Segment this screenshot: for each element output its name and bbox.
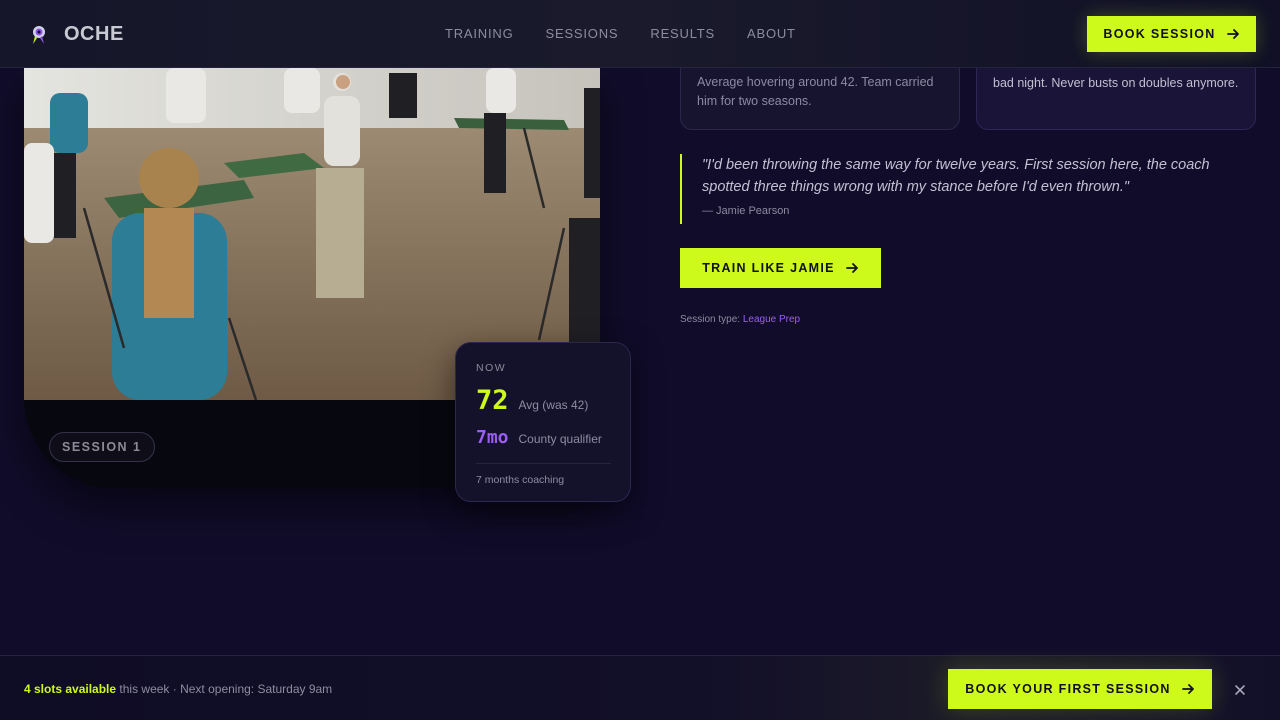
session-type-value[interactable]: League Prep [743, 314, 800, 325]
nav-link-about[interactable]: ABOUT [747, 26, 796, 41]
train-like-jamie-label: TRAIN LIKE JAMIE [702, 261, 835, 275]
duration-value: 7mo [476, 427, 509, 448]
book-session-label: BOOK SESSION [1103, 27, 1216, 41]
slots-details: this week · Next opening: Saturday 9am [116, 682, 333, 696]
testimonial-card-text: Average hovering around 42. Team carried… [697, 75, 934, 108]
testimonial-quote: "I'd been throwing the same way for twel… [680, 154, 1256, 224]
train-like-jamie-button[interactable]: TRAIN LIKE JAMIE [680, 248, 881, 288]
close-icon[interactable] [1230, 680, 1250, 700]
booking-bar: 4 slots available this week · Next openi… [0, 655, 1280, 720]
stat-card: NOW 72 Avg (was 42) 7mo County qualifier… [455, 342, 631, 502]
book-first-session-button[interactable]: BOOK YOUR FIRST SESSION [948, 669, 1212, 709]
top-nav: OCHE TRAINING SESSIONS RESULTS ABOUT BOO… [0, 0, 1280, 68]
nav-link-results[interactable]: RESULTS [650, 26, 715, 41]
nav-link-sessions[interactable]: SESSIONS [546, 26, 619, 41]
book-first-session-label: BOOK YOUR FIRST SESSION [965, 682, 1171, 696]
stat-footer: 7 months coaching [476, 474, 565, 486]
stat-row-average: 72 Avg (was 42) [476, 385, 588, 416]
arrow-right-icon [845, 263, 858, 273]
brand-logo[interactable]: OCHE [30, 22, 124, 46]
nav-link-training[interactable]: TRAINING [445, 26, 514, 41]
quote-text: "I'd been throwing the same way for twel… [702, 157, 1210, 195]
slots-availability: 4 slots available this week · Next openi… [24, 682, 332, 696]
dart-logo-icon [33, 26, 45, 44]
testimonial-card-text: bad night. Never busts on doubles anymor… [993, 76, 1239, 90]
stat-label: NOW [476, 362, 507, 374]
brand-name: OCHE [64, 22, 124, 45]
average-note: Avg (was 42) [518, 398, 589, 412]
slots-count: 4 slots available [24, 682, 117, 696]
arrow-right-icon [1226, 29, 1239, 39]
stat-divider [476, 463, 611, 464]
arrow-right-icon [1181, 684, 1194, 694]
book-session-button[interactable]: BOOK SESSION [1087, 16, 1256, 52]
stat-row-duration: 7mo County qualifier [476, 427, 602, 448]
session-type: Session type: League Prep [680, 314, 800, 325]
session-type-label: Session type: [680, 314, 741, 325]
duration-note: County qualifier [518, 432, 602, 446]
nav-links: TRAINING SESSIONS RESULTS ABOUT [445, 26, 828, 41]
session-pill: SESSION 1 [49, 432, 155, 462]
quote-author: — Jamie Pearson [702, 205, 790, 217]
average-value: 72 [476, 385, 509, 416]
